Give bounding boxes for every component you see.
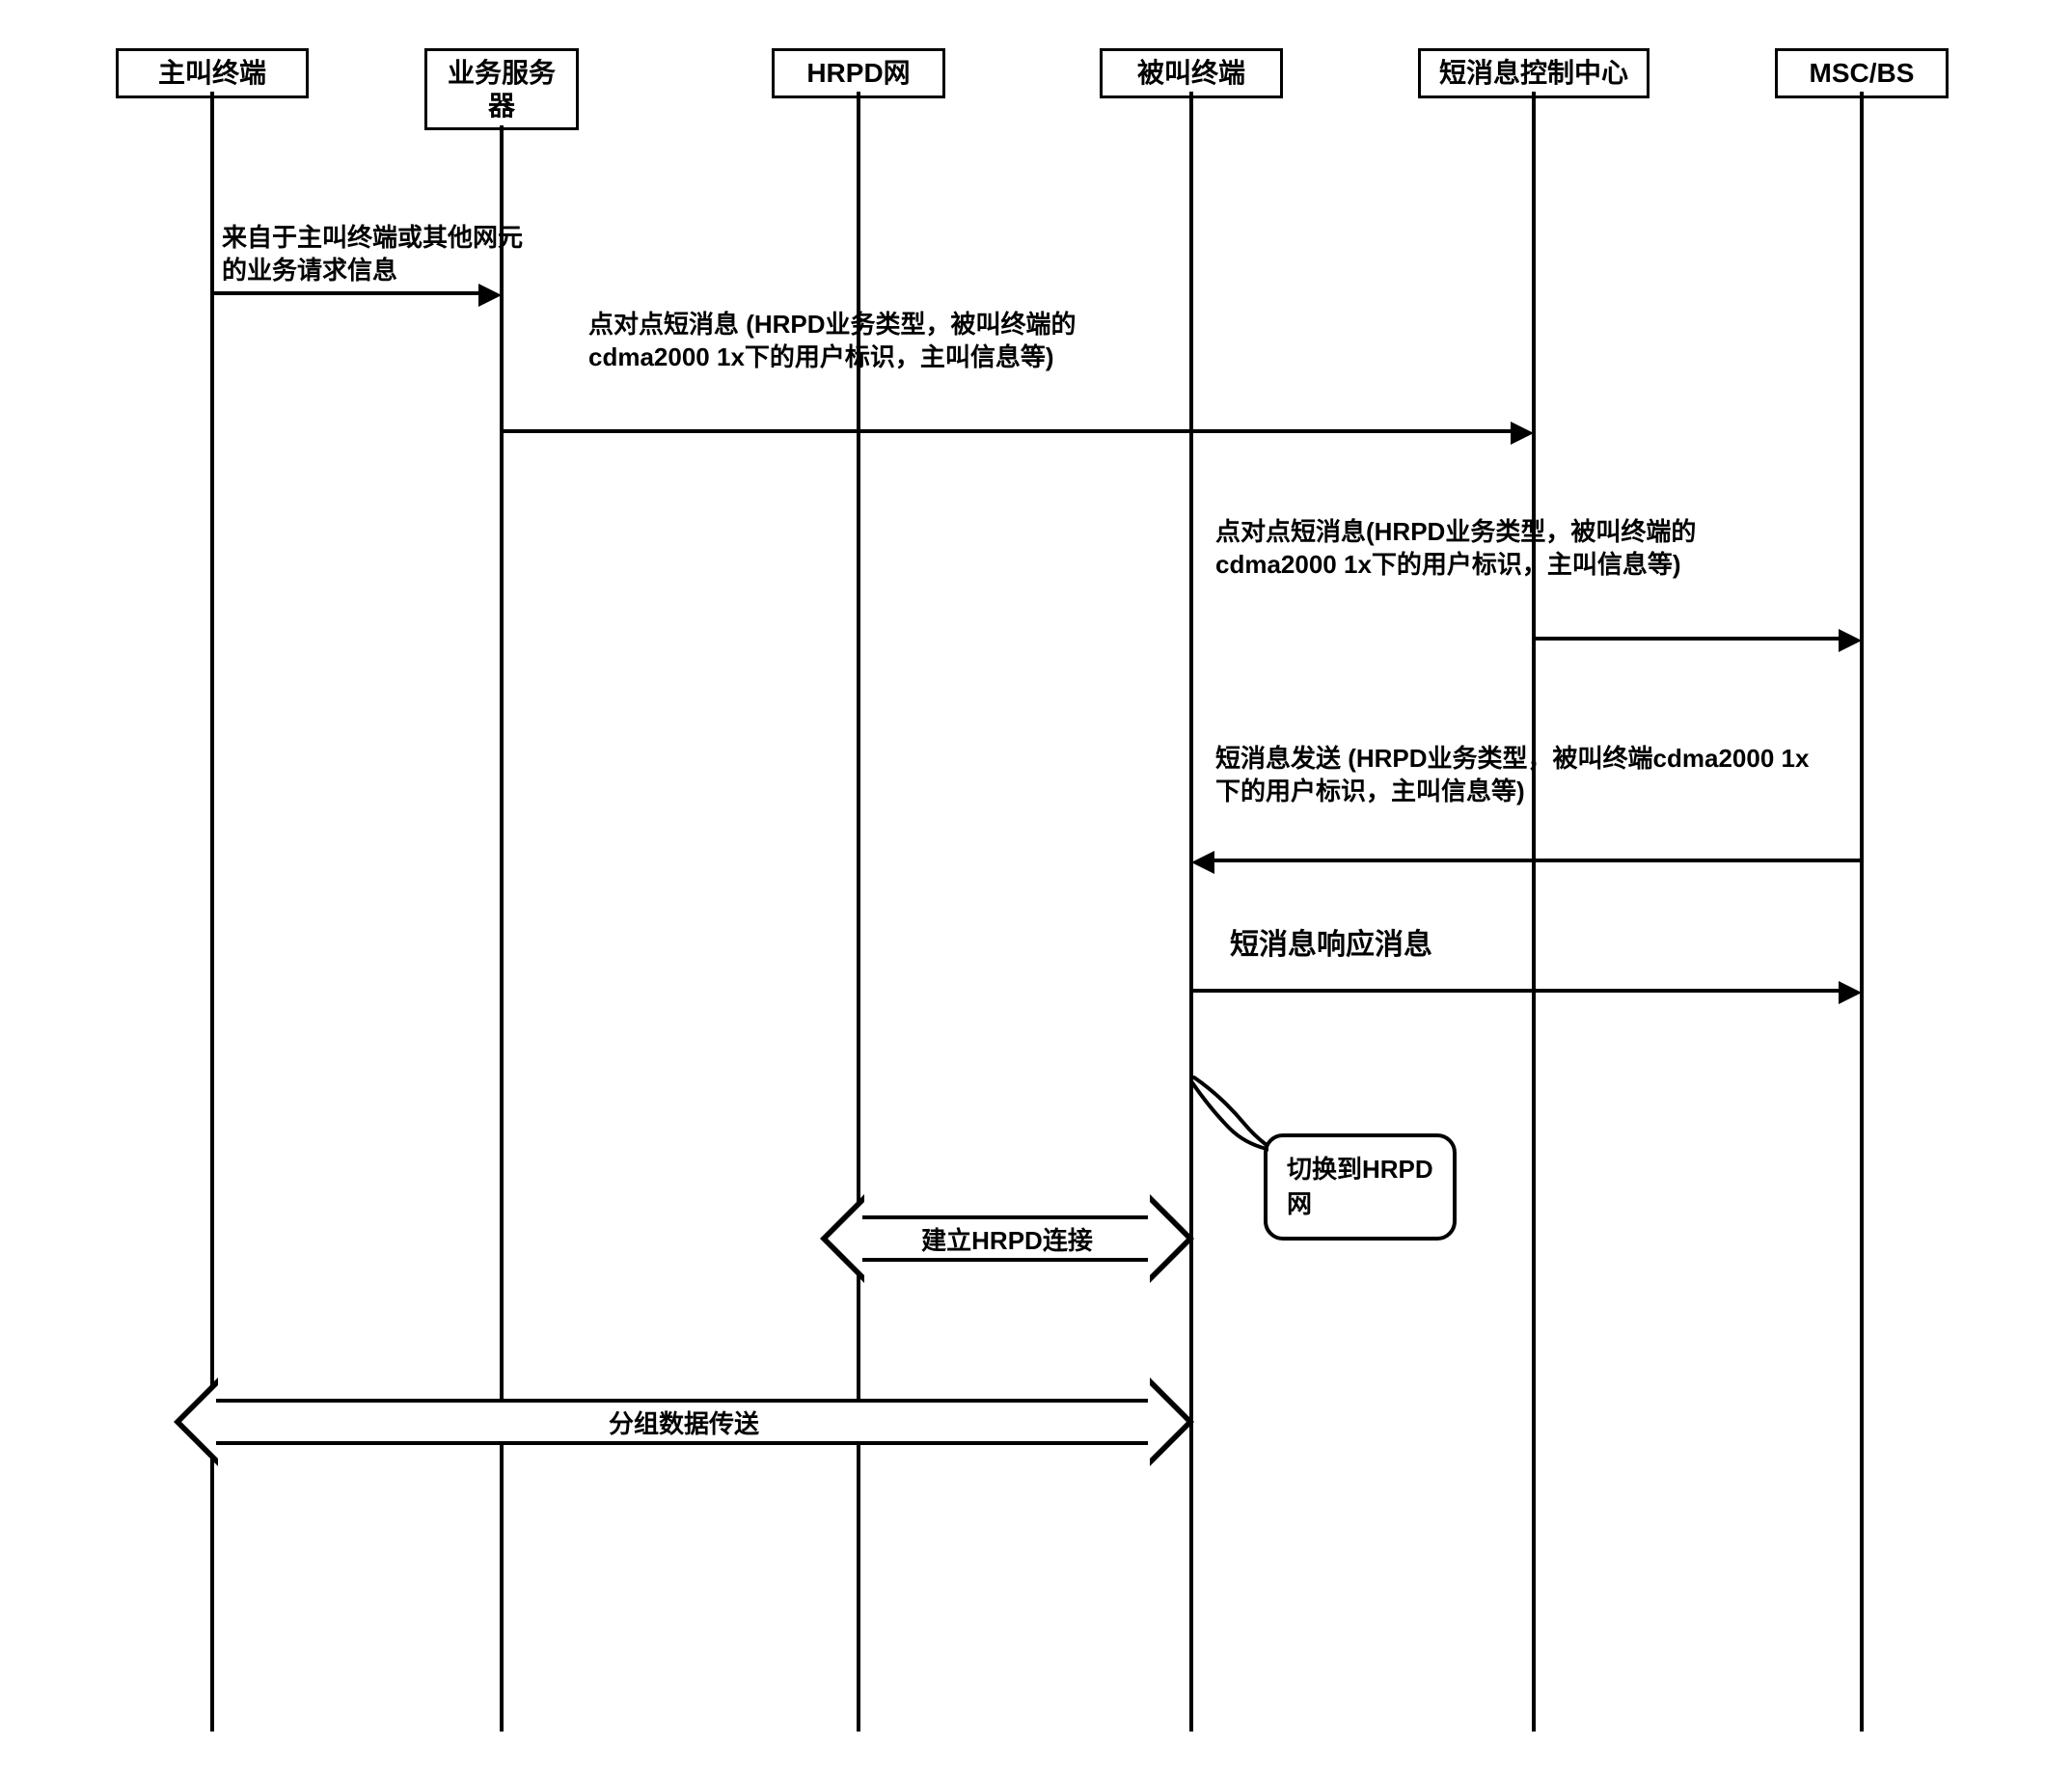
arrow-p2p-sms1: [502, 429, 1514, 433]
participant-service-server: 业务服务器: [424, 48, 579, 130]
lifeline-service-server: [500, 125, 504, 1732]
arrow-p2p-sms2: [1534, 637, 1842, 641]
darrow-box-hrpd-conn: 建立HRPD连接: [862, 1215, 1152, 1262]
participant-sms-center: 短消息控制中心: [1418, 48, 1649, 98]
callout-switch-hrpd: 切换到HRPD 网: [1264, 1133, 1457, 1241]
arrow-request: [212, 291, 482, 295]
sequence-diagram: 主叫终端 业务服务器 HRPD网 被叫终端 短消息控制中心 MSC/BS 来自于…: [39, 39, 2033, 1734]
msg-label-sms-send: 短消息发送 (HRPD业务类型，被叫终端cdma2000 1x下的用户标识，主叫…: [1215, 743, 1833, 808]
participant-msc-bs: MSC/BS: [1775, 48, 1949, 98]
msg-label-p2p-sms1: 点对点短消息 (HRPD业务类型，被叫终端的cdma2000 1x下的用户标识，…: [588, 309, 1119, 374]
arrow-head-p2p-sms1: [1511, 422, 1534, 445]
darrow-right-hrpd-conn: [1148, 1200, 1186, 1277]
lifeline-caller: [210, 92, 214, 1732]
msg-label-request: 来自于主叫终端或其他网元的业务请求信息: [222, 222, 531, 287]
lifeline-sms-center: [1532, 92, 1536, 1732]
darrow-box-packet: 分组数据传送: [216, 1399, 1152, 1445]
darrow-left-packet: [181, 1383, 220, 1460]
arrow-head-sms-response: [1839, 981, 1862, 1004]
participant-caller-terminal: 主叫终端: [116, 48, 309, 98]
arrow-head-sms-send: [1191, 851, 1214, 874]
participant-called-terminal: 被叫终端: [1100, 48, 1283, 98]
arrow-sms-send: [1211, 859, 1862, 862]
lifeline-called: [1189, 92, 1193, 1732]
darrow-left-hrpd-conn: [828, 1200, 866, 1277]
msg-label-p2p-sms2: 点对点短消息(HRPD业务类型，被叫终端的cdma2000 1x下的用户标识，主…: [1215, 516, 1756, 582]
msg-label-sms-response: 短消息响应消息: [1230, 926, 1616, 964]
arrow-sms-response: [1191, 989, 1842, 993]
lifeline-msc-bs: [1860, 92, 1864, 1732]
arrow-head-p2p-sms2: [1839, 629, 1862, 652]
arrow-head-request: [478, 284, 502, 307]
participant-hrpd-network: HRPD网: [772, 48, 945, 98]
callout-tail-icon: [1191, 1076, 1278, 1153]
darrow-right-packet: [1148, 1383, 1186, 1460]
